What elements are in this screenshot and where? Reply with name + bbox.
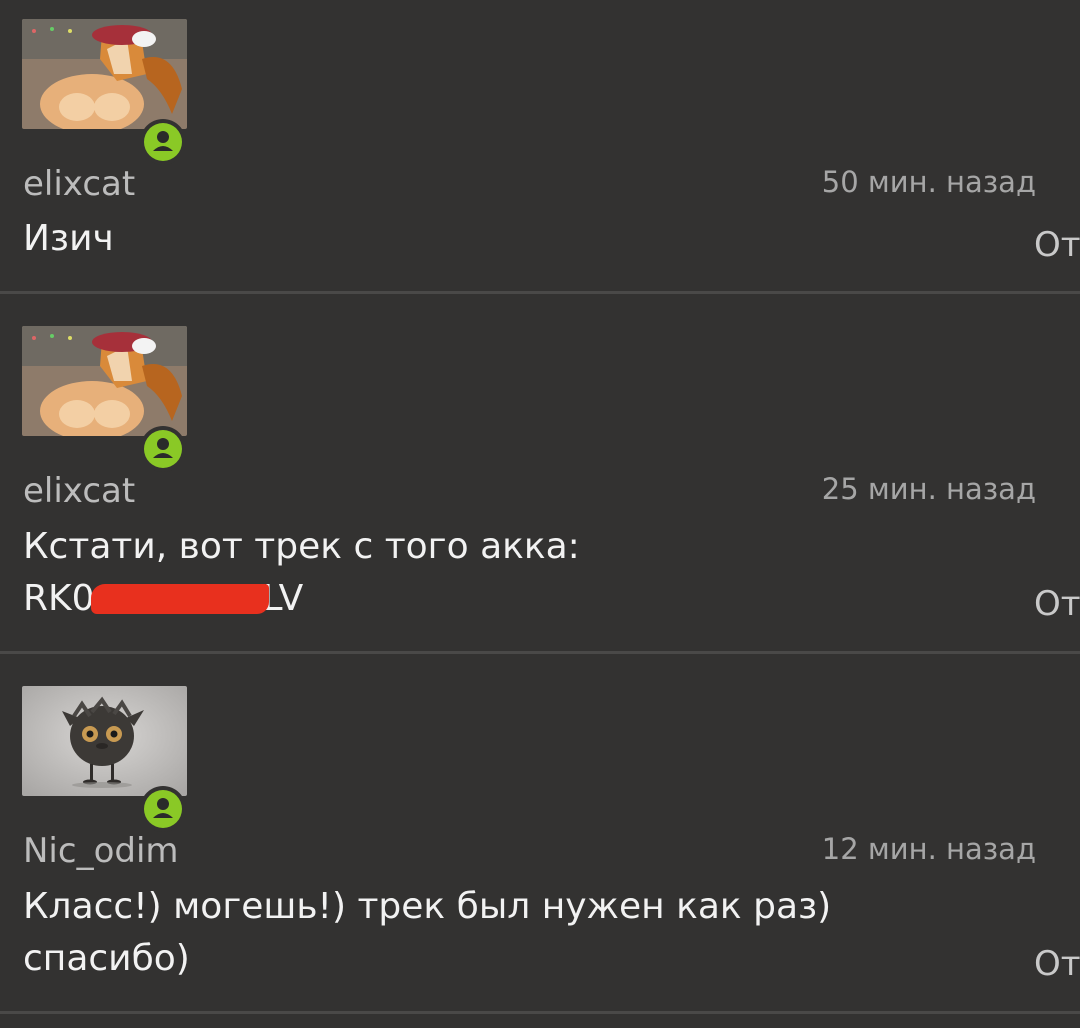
- reply-button[interactable]: От: [1034, 587, 1080, 621]
- comment-item: elixcat 25 мин. назад Кстати, вот трек с…: [0, 307, 1080, 652]
- avatar[interactable]: [22, 686, 187, 796]
- comment-divider: [0, 1011, 1080, 1014]
- online-status-icon: [140, 786, 186, 832]
- comment-text: Изич: [23, 213, 1023, 265]
- avatar[interactable]: [22, 326, 187, 436]
- redaction-mark: [90, 584, 269, 614]
- comment-divider: [0, 651, 1080, 654]
- comment-timestamp: 12 мин. назад: [821, 832, 1036, 866]
- comment-text-line: Изич: [23, 218, 114, 259]
- tracking-prefix: RK0: [23, 578, 95, 619]
- comment-item: Nic_odim 12 мин. назад Класс!) могешь!) …: [0, 667, 1080, 1012]
- comment-text-line: спасибо): [23, 938, 190, 979]
- comment-divider: [0, 291, 1080, 294]
- reply-button[interactable]: От: [1034, 228, 1080, 262]
- comment-username[interactable]: elixcat: [23, 474, 135, 508]
- reply-button[interactable]: От: [1034, 947, 1080, 981]
- tracking-suffix: LV: [262, 578, 304, 619]
- comment-text-line: Класс!) могешь!) трек был нужен как раз): [23, 886, 832, 927]
- comment-feed: elixcat 50 мин. назад Изич От elixcat 25…: [0, 0, 1080, 1028]
- comment-username[interactable]: elixcat: [23, 167, 135, 201]
- tracking-number: RK0 LV: [23, 573, 1023, 625]
- comment-item: elixcat 50 мин. назад Изич От: [0, 0, 1080, 292]
- comment-text-line: Кстати, вот трек с того акка:: [23, 526, 580, 567]
- online-status-icon: [140, 119, 186, 165]
- online-status-icon: [140, 426, 186, 472]
- avatar[interactable]: [22, 19, 187, 129]
- comment-text: Кстати, вот трек с того акка: RK0 LV: [23, 521, 1023, 625]
- comment-timestamp: 25 мин. назад: [821, 472, 1036, 506]
- comment-text: Класс!) могешь!) трек был нужен как раз)…: [23, 881, 1023, 985]
- comment-timestamp: 50 мин. назад: [821, 165, 1036, 199]
- comment-username[interactable]: Nic_odim: [23, 834, 179, 868]
